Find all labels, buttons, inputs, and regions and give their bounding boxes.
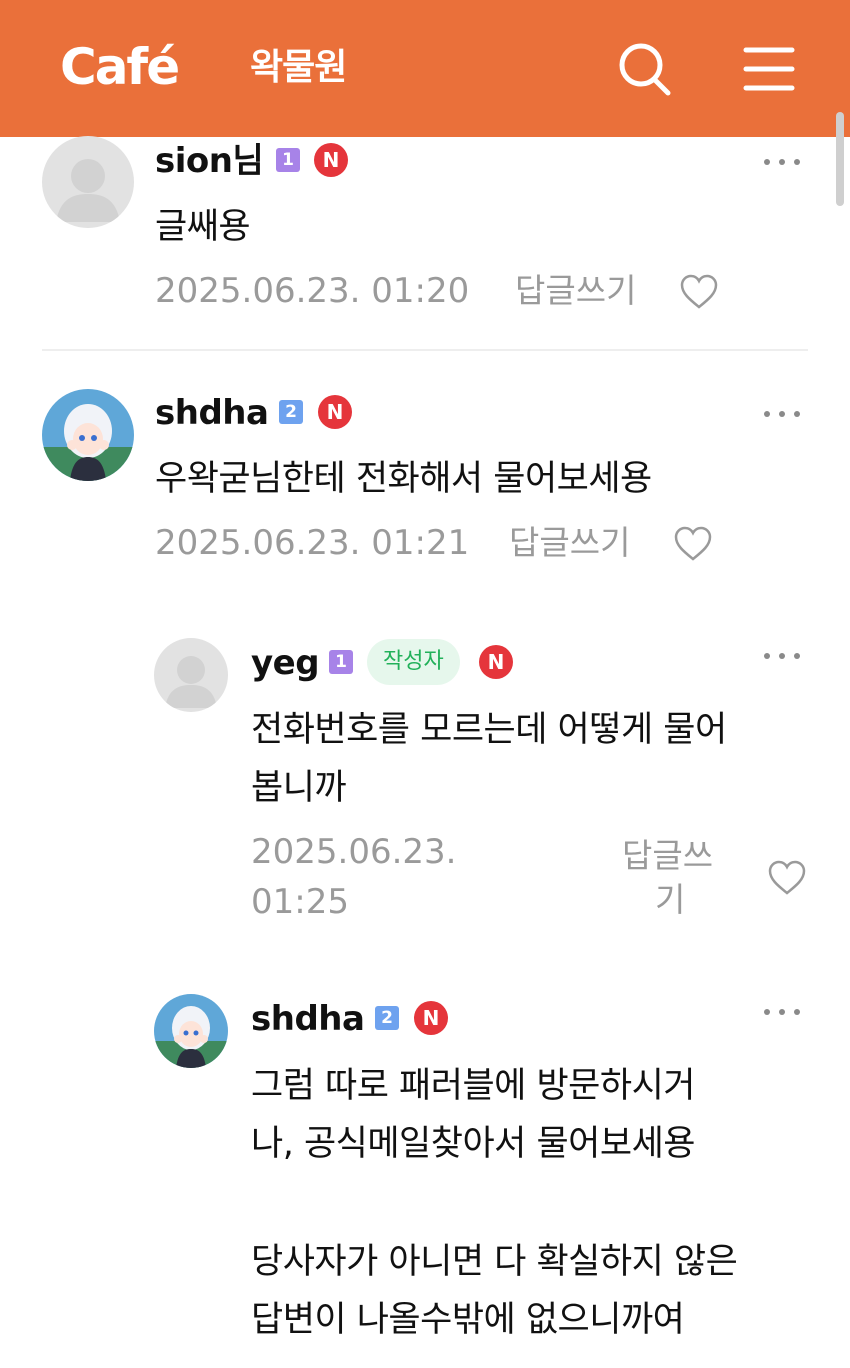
default-avatar-icon[interactable] — [154, 638, 228, 712]
comment-username[interactable]: shdha — [155, 391, 269, 435]
comment-divider — [42, 349, 808, 351]
search-icon[interactable] — [614, 38, 674, 98]
comment-text-line: 나, 공식메일찾아서 물어보세용 — [251, 1124, 695, 1164]
more-options-icon[interactable] — [762, 404, 802, 424]
comment-timestamp: 01:25 — [251, 882, 349, 922]
comment-text: 글쌔용 — [155, 207, 251, 247]
author-tag: 작성자 — [367, 639, 460, 685]
reply-button[interactable]: 답글쓰 — [622, 834, 713, 878]
hamburger-menu-icon[interactable] — [740, 38, 800, 98]
heart-icon[interactable] — [673, 526, 713, 562]
comment-text: 우왁굳님한테 전화해서 물어보세용 — [155, 459, 652, 499]
reply-button[interactable]: 답글쓰기 — [515, 269, 636, 313]
default-avatar-icon[interactable] — [42, 136, 134, 228]
comment-text-line: 봅니까 — [251, 768, 347, 808]
heart-icon[interactable] — [767, 860, 807, 896]
comment-username[interactable]: sion님 — [155, 139, 264, 183]
heart-icon[interactable] — [679, 274, 719, 310]
comment-text-line: 전화번호를 모르는데 어떻게 물어 — [251, 710, 727, 750]
anime-character-avatar-icon[interactable] — [42, 389, 134, 481]
cafe-name[interactable]: 왁물원 — [250, 40, 347, 96]
more-options-icon[interactable] — [762, 152, 802, 172]
new-badge: N — [479, 645, 513, 679]
cafe-logo[interactable]: Café — [60, 34, 180, 100]
comment-timestamp: 2025.06.23. 01:20 — [155, 271, 470, 311]
level-badge: 2 — [279, 400, 303, 424]
reply-button[interactable]: 기 — [655, 878, 685, 922]
scrollbar[interactable] — [836, 112, 844, 206]
level-badge: 1 — [329, 650, 353, 674]
more-options-icon[interactable] — [762, 646, 802, 666]
anime-character-avatar-icon[interactable] — [154, 994, 228, 1068]
comment-username[interactable]: shdha — [251, 997, 365, 1041]
level-badge: 2 — [375, 1006, 399, 1030]
new-badge: N — [314, 143, 348, 177]
comment-text-line: 당사자가 아니면 다 확실하지 않은 — [251, 1242, 738, 1282]
level-badge: 1 — [276, 148, 300, 172]
reply-button[interactable]: 답글쓰기 — [509, 521, 630, 565]
comment-text-line: 답변이 나올수밖에 없으니까여 — [251, 1300, 685, 1340]
comment-timestamp: 2025.06.23. — [251, 832, 457, 872]
app-header: Café 왁물원 — [0, 0, 850, 137]
comment-timestamp: 2025.06.23. 01:21 — [155, 523, 470, 563]
more-options-icon[interactable] — [762, 1002, 802, 1022]
new-badge: N — [414, 1001, 448, 1035]
comment-username[interactable]: yeg — [251, 641, 320, 685]
comment-text-line: 그럼 따로 패러블에 방문하시거 — [251, 1066, 695, 1106]
new-badge: N — [318, 395, 352, 429]
